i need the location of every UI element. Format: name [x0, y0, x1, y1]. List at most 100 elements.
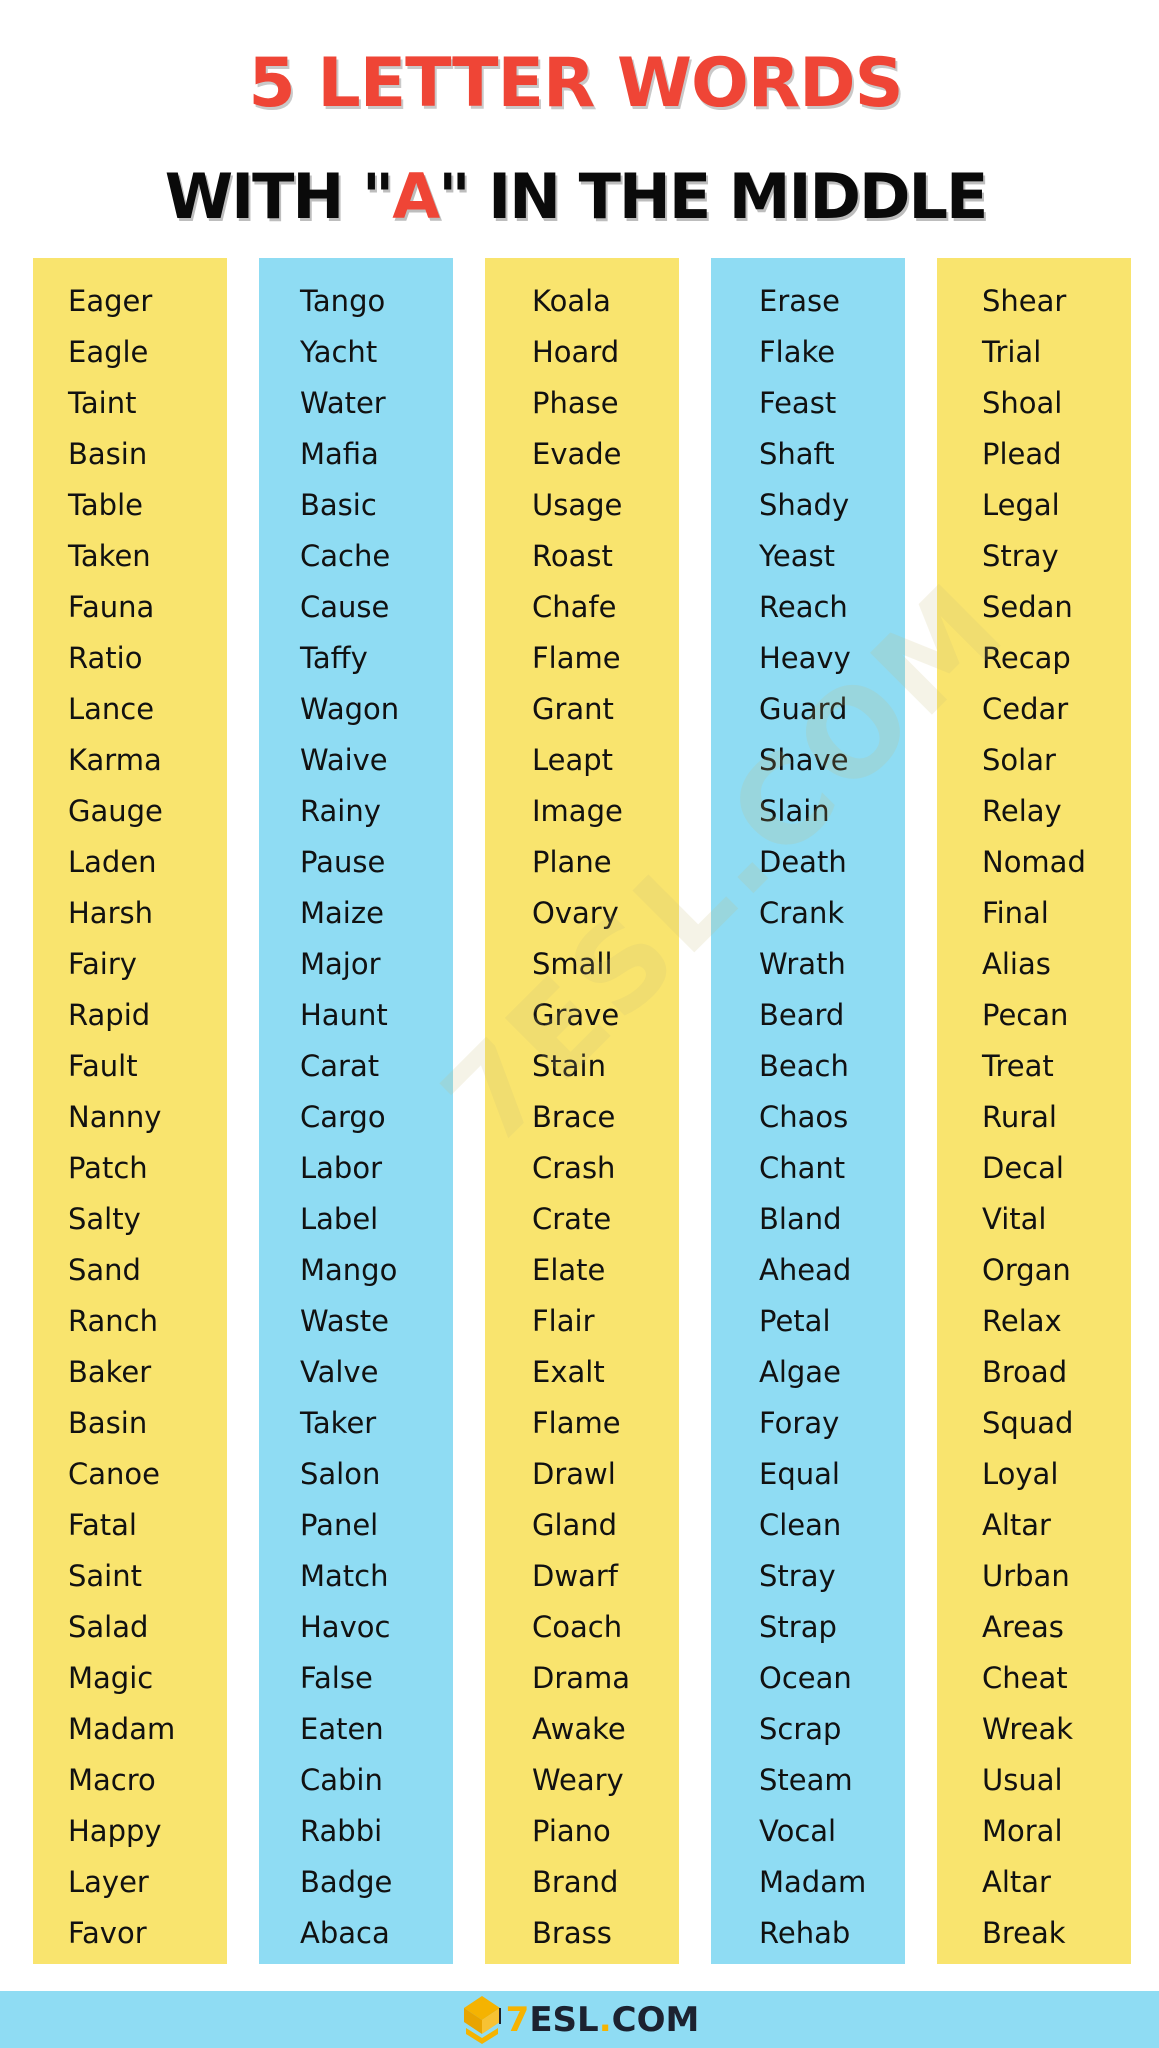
word-item: Piano: [532, 1814, 611, 1848]
word-item: Shave: [759, 743, 849, 777]
word-item: Flame: [532, 1406, 621, 1440]
word-item: Vital: [982, 1202, 1047, 1236]
word-item: Cabin: [300, 1763, 383, 1797]
word-item: Mango: [300, 1253, 398, 1287]
word-item: Organ: [982, 1253, 1071, 1287]
word-item: Fairy: [68, 947, 137, 981]
word-item: Brand: [532, 1865, 619, 1899]
word-item: Eaten: [300, 1712, 384, 1746]
word-item: Drawl: [532, 1457, 616, 1491]
word-item: Madam: [68, 1712, 176, 1746]
word-item: Crash: [532, 1151, 616, 1185]
word-item: Trial: [982, 335, 1042, 369]
word-item: Shady: [759, 488, 850, 522]
word-item: Match: [300, 1559, 389, 1593]
word-item: Bland: [759, 1202, 842, 1236]
word-item: Maize: [300, 896, 384, 930]
word-item: Phase: [532, 386, 619, 420]
logo-seven: 7: [505, 1999, 530, 2040]
word-item: Mafia: [300, 437, 379, 471]
word-item: Treat: [982, 1049, 1054, 1083]
word-item: Slain: [759, 794, 830, 828]
word-item: Brace: [532, 1100, 616, 1134]
word-item: Basin: [68, 437, 148, 471]
word-item: Salon: [300, 1457, 381, 1491]
word-item: Cheat: [982, 1661, 1068, 1695]
word-item: Chant: [759, 1151, 846, 1185]
word-item: Altar: [982, 1508, 1051, 1542]
word-item: Usual: [982, 1763, 1063, 1797]
title-line-1: 5 LETTER WORDS: [248, 44, 903, 123]
word-item: Cedar: [982, 692, 1069, 726]
word-column-4: Erase Flake Feast Shaft Shady Yeast Reach Heavy…: [711, 258, 905, 1964]
word-item: False: [300, 1661, 373, 1695]
word-item: Laden: [68, 845, 157, 879]
word-item: Flake: [759, 335, 836, 369]
word-item: Exalt: [532, 1355, 605, 1389]
word-item: Areas: [982, 1610, 1064, 1644]
word-item: Wagon: [300, 692, 400, 726]
word-item: Layer: [68, 1865, 149, 1899]
word-item: Waive: [300, 743, 388, 777]
word-item: Rehab: [759, 1916, 851, 1950]
word-item: Basic: [300, 488, 377, 522]
word-item: Rainy: [300, 794, 381, 828]
word-item: Feast: [759, 386, 837, 420]
word-item: Tango: [300, 284, 386, 318]
word-item: Scrap: [759, 1712, 842, 1746]
word-item: Water: [300, 386, 386, 420]
word-item: Label: [300, 1202, 379, 1236]
word-item: Karma: [68, 743, 162, 777]
word-list: Eager Eagle Taint Basin Table Taken Fauna Ratio…: [33, 258, 227, 1959]
word-item: Ahead: [759, 1253, 852, 1287]
word-column-2: Tango Yacht Water Mafia Basic Cache Cause Taffy…: [259, 258, 453, 1964]
word-item: Broad: [982, 1355, 1068, 1389]
word-item: Havoc: [300, 1610, 391, 1644]
word-list: Erase Flake Feast Shaft Shady Yeast Reach Heavy…: [711, 258, 905, 1959]
word-item: Fauna: [68, 590, 155, 624]
word-column-3: Koala Hoard Phase Evade Usage Roast Chafe Flame…: [485, 258, 679, 1964]
word-item: Valve: [300, 1355, 379, 1389]
word-item: Favor: [68, 1916, 147, 1950]
word-item: Ovary: [532, 896, 619, 930]
word-item: Hoard: [532, 335, 620, 369]
word-item: Harsh: [68, 896, 153, 930]
word-item: Heavy: [759, 641, 851, 675]
word-item: Decal: [982, 1151, 1064, 1185]
word-list: Tango Yacht Water Mafia Basic Cache Cause Taffy…: [259, 258, 453, 1959]
word-item: Small: [532, 947, 613, 981]
word-item: Coach: [532, 1610, 623, 1644]
word-item: Yeast: [759, 539, 835, 573]
word-item: Eagle: [68, 335, 149, 369]
title-highlight-letter: A: [392, 160, 440, 233]
word-item: Canoe: [68, 1457, 160, 1491]
word-item: Steam: [759, 1763, 853, 1797]
word-item: Crank: [759, 896, 845, 930]
word-item: Labor: [300, 1151, 383, 1185]
word-item: Taken: [68, 539, 151, 573]
site-logo[interactable]: 7ESL.COM: [460, 1994, 700, 2046]
word-item: Altar: [982, 1865, 1051, 1899]
logo-text: 7ESL.COM: [506, 2000, 700, 2040]
word-item: Guard: [759, 692, 848, 726]
word-item: Major: [300, 947, 381, 981]
word-item: Elate: [532, 1253, 606, 1287]
word-item: Strap: [759, 1610, 837, 1644]
word-item: Loyal: [982, 1457, 1059, 1491]
title-line-2: WITH "A" IN THE MIDDLE: [0, 160, 1159, 234]
word-item: Shear: [982, 284, 1067, 318]
word-item: Petal: [759, 1304, 831, 1338]
word-item: Usage: [532, 488, 623, 522]
word-item: Salad: [68, 1610, 149, 1644]
word-item: Pecan: [982, 998, 1069, 1032]
word-item: Plane: [532, 845, 612, 879]
word-item: Beard: [759, 998, 845, 1032]
word-column-5: Shear Trial Shoal Plead Legal Stray Sedan Recap…: [937, 258, 1131, 1964]
word-item: Weary: [532, 1763, 624, 1797]
word-item: Roast: [532, 539, 613, 573]
word-item: Dwarf: [532, 1559, 618, 1593]
word-item: Solar: [982, 743, 1056, 777]
word-item: Baker: [68, 1355, 152, 1389]
logo-main: ESL: [529, 1999, 599, 2040]
word-item: Vocal: [759, 1814, 837, 1848]
